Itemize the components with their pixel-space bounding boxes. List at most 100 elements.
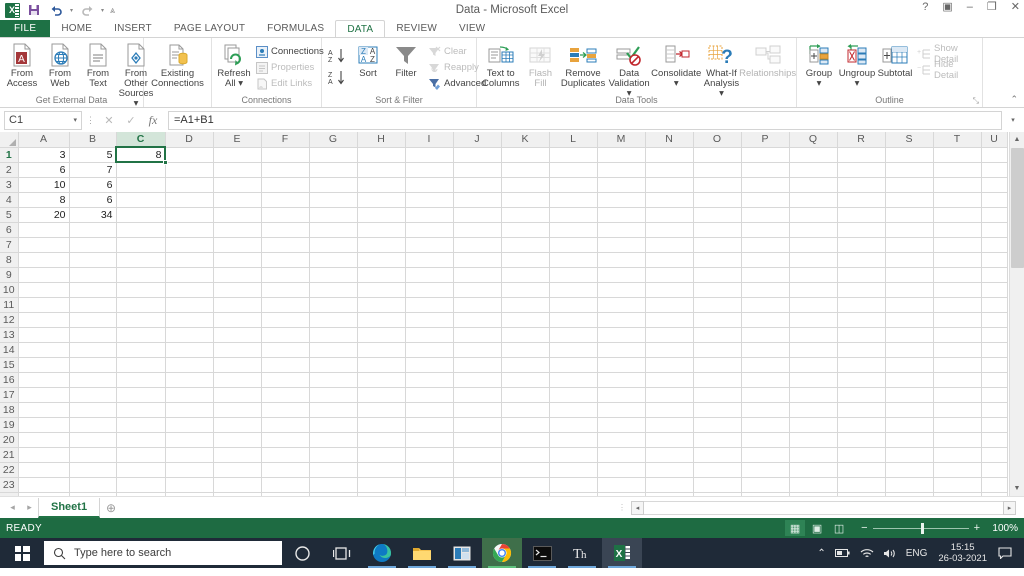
cell-G1[interactable] <box>309 147 358 163</box>
cell-J23[interactable] <box>453 477 502 493</box>
tab-home[interactable]: HOME <box>50 20 103 37</box>
column-header-S[interactable]: S <box>885 132 934 148</box>
cell-Q14[interactable] <box>789 342 838 358</box>
cell-C24[interactable] <box>116 492 166 496</box>
cell-G13[interactable] <box>309 327 358 343</box>
group-button[interactable]: Group ▾ <box>800 40 838 90</box>
cell-C23[interactable] <box>116 477 166 493</box>
cell-C7[interactable] <box>116 237 166 253</box>
cell-G3[interactable] <box>309 177 358 193</box>
ungroup-button[interactable]: Ungroup ▾ <box>838 40 876 90</box>
cell-Q18[interactable] <box>789 402 838 418</box>
cell-S16[interactable] <box>885 372 934 388</box>
refresh-all-button[interactable]: Refresh All ▾ <box>215 40 253 90</box>
column-header-Q[interactable]: Q <box>789 132 838 148</box>
cell-F12[interactable] <box>261 312 310 328</box>
cell-A7[interactable] <box>18 237 70 253</box>
cell-T24[interactable] <box>933 492 982 496</box>
cell-N7[interactable] <box>645 237 694 253</box>
cell-F13[interactable] <box>261 327 310 343</box>
cell-O8[interactable] <box>693 252 742 268</box>
cell-F6[interactable] <box>261 222 310 238</box>
cell-D7[interactable] <box>165 237 214 253</box>
formula-input[interactable]: =A1+B1 <box>168 110 1002 130</box>
cell-T15[interactable] <box>933 357 982 373</box>
select-all-button[interactable] <box>0 132 19 148</box>
zoom-out-button[interactable]: − <box>861 522 867 534</box>
cell-A3[interactable]: 10 <box>18 177 70 193</box>
cell-M8[interactable] <box>597 252 646 268</box>
cell-Q2[interactable] <box>789 162 838 178</box>
cell-R8[interactable] <box>837 252 886 268</box>
cell-M1[interactable] <box>597 147 646 163</box>
cell-L5[interactable] <box>549 207 598 223</box>
cell-Q20[interactable] <box>789 432 838 448</box>
cell-E2[interactable] <box>213 162 262 178</box>
cell-I14[interactable] <box>405 342 454 358</box>
cell-L19[interactable] <box>549 417 598 433</box>
cell-L4[interactable] <box>549 192 598 208</box>
cell-S15[interactable] <box>885 357 934 373</box>
cell-P3[interactable] <box>741 177 790 193</box>
cell-O11[interactable] <box>693 297 742 313</box>
cell-L13[interactable] <box>549 327 598 343</box>
cell-N8[interactable] <box>645 252 694 268</box>
cell-E22[interactable] <box>213 462 262 478</box>
cell-H13[interactable] <box>357 327 406 343</box>
cell-M2[interactable] <box>597 162 646 178</box>
cell-F2[interactable] <box>261 162 310 178</box>
cell-T4[interactable] <box>933 192 982 208</box>
cell-B7[interactable] <box>69 237 117 253</box>
cell-J8[interactable] <box>453 252 502 268</box>
cell-A11[interactable] <box>18 297 70 313</box>
cell-S20[interactable] <box>885 432 934 448</box>
cell-A6[interactable] <box>18 222 70 238</box>
start-button[interactable] <box>0 538 44 568</box>
cell-P6[interactable] <box>741 222 790 238</box>
outline-dialog-launcher-icon[interactable]: ⤡ <box>973 96 979 106</box>
cell-N11[interactable] <box>645 297 694 313</box>
cell-U4[interactable] <box>981 192 1008 208</box>
row-header-13[interactable]: 13 <box>0 327 19 343</box>
row-header-23[interactable]: 23 <box>0 477 19 493</box>
cell-P10[interactable] <box>741 282 790 298</box>
cell-F15[interactable] <box>261 357 310 373</box>
cell-B9[interactable] <box>69 267 117 283</box>
cell-L1[interactable] <box>549 147 598 163</box>
cell-Q15[interactable] <box>789 357 838 373</box>
row-header-12[interactable]: 12 <box>0 312 19 328</box>
cell-M11[interactable] <box>597 297 646 313</box>
cell-F23[interactable] <box>261 477 310 493</box>
cell-M13[interactable] <box>597 327 646 343</box>
cell-Q6[interactable] <box>789 222 838 238</box>
cell-N3[interactable] <box>645 177 694 193</box>
cell-P9[interactable] <box>741 267 790 283</box>
cell-I21[interactable] <box>405 447 454 463</box>
row-header-21[interactable]: 21 <box>0 447 19 463</box>
cell-A18[interactable] <box>18 402 70 418</box>
cell-H14[interactable] <box>357 342 406 358</box>
row-header-9[interactable]: 9 <box>0 267 19 283</box>
cell-E11[interactable] <box>213 297 262 313</box>
cell-P16[interactable] <box>741 372 790 388</box>
cell-D18[interactable] <box>165 402 214 418</box>
cell-N15[interactable] <box>645 357 694 373</box>
cell-H22[interactable] <box>357 462 406 478</box>
cell-J2[interactable] <box>453 162 502 178</box>
cell-E17[interactable] <box>213 387 262 403</box>
cell-L18[interactable] <box>549 402 598 418</box>
cell-G19[interactable] <box>309 417 358 433</box>
cell-S14[interactable] <box>885 342 934 358</box>
cell-U15[interactable] <box>981 357 1008 373</box>
volume-icon[interactable] <box>883 548 897 559</box>
cell-L21[interactable] <box>549 447 598 463</box>
row-header-6[interactable]: 6 <box>0 222 19 238</box>
cell-E1[interactable] <box>213 147 262 163</box>
cell-R20[interactable] <box>837 432 886 448</box>
cell-N20[interactable] <box>645 432 694 448</box>
cell-P13[interactable] <box>741 327 790 343</box>
cell-Q4[interactable] <box>789 192 838 208</box>
cell-D19[interactable] <box>165 417 214 433</box>
cell-L9[interactable] <box>549 267 598 283</box>
excel-taskbar-icon[interactable]: X <box>602 538 642 568</box>
